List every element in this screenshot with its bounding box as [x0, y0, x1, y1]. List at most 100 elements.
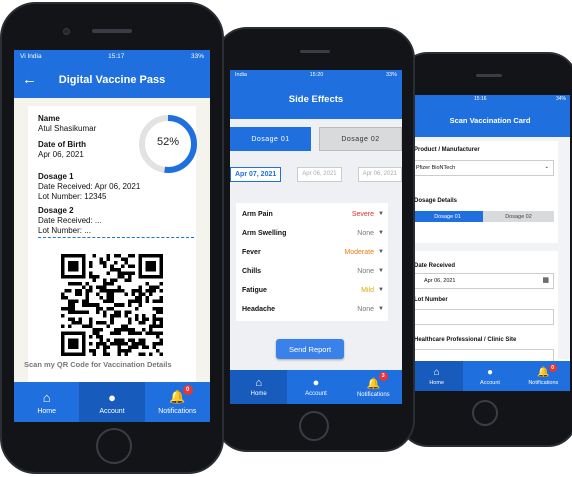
qr-module: [110, 282, 114, 286]
qr-module: [120, 264, 125, 269]
qr-module: [103, 348, 107, 353]
tab-dosage-02[interactable]: Dosage 02: [483, 211, 554, 222]
qr-module: [68, 282, 72, 286]
qr-module: [138, 264, 142, 269]
qr-module: [148, 292, 153, 297]
qr-module: [138, 338, 142, 342]
qr-module: [141, 275, 146, 279]
qr-module: [159, 299, 163, 304]
effect-row[interactable]: Arm Pain Severe ▼: [236, 211, 388, 229]
qr-module: [89, 348, 93, 353]
effect-name: Fatigue: [242, 287, 267, 294]
qr-module: [71, 261, 76, 265]
qr-module: [92, 275, 97, 279]
date-chip[interactable]: Apr 07, 2021: [230, 167, 282, 182]
qr-module: [127, 320, 132, 325]
effect-row[interactable]: Headache None ▼: [236, 306, 388, 324]
tab-dosage-01[interactable]: Dosage 01: [230, 127, 311, 151]
qr-module: [71, 331, 76, 335]
effect-row[interactable]: Fatigue Mild ▼: [236, 287, 388, 305]
qr-module: [85, 282, 90, 286]
qr-module: [110, 268, 114, 272]
qr-module: [131, 299, 135, 304]
qr-module: [68, 310, 72, 314]
qr-code[interactable]: [61, 254, 163, 356]
qr-module: [152, 254, 156, 258]
qr-module: [134, 345, 139, 349]
qr-module: [71, 352, 76, 356]
nav-notifications-label: Notifications: [528, 379, 559, 386]
nav-home[interactable]: ⌂ Home: [230, 370, 288, 404]
nav-account[interactable]: ● Account: [463, 361, 516, 391]
date-chip[interactable]: Apr 06, 2021: [357, 167, 402, 182]
date-received-field[interactable]: Apr 06, 2021 ▦: [412, 273, 554, 289]
qr-module: [159, 264, 163, 269]
back-arrow-icon[interactable]: ←: [22, 71, 37, 88]
nav-home[interactable]: ⌂ Home: [14, 382, 79, 422]
phone-1-home-button[interactable]: [96, 428, 132, 464]
qr-module: [89, 289, 93, 293]
calendar-icon: ▦: [542, 277, 549, 284]
effect-row[interactable]: Arm Swelling None ▼: [236, 230, 388, 248]
qr-module: [96, 285, 100, 290]
nav-home-label: Home: [250, 391, 267, 397]
status-battery: 33%: [385, 71, 397, 78]
qr-module: [103, 264, 107, 269]
nav-account[interactable]: ● Account: [79, 382, 145, 422]
nav-home-label: Home: [37, 407, 56, 415]
qr-module: [127, 327, 132, 332]
product-select[interactable]: Pfizer BioNTech ⌄: [412, 160, 554, 176]
qr-module: [82, 285, 86, 290]
qr-module: [120, 303, 125, 307]
qr-module: [159, 261, 163, 265]
qr-module: [61, 352, 65, 356]
bell-icon: 🔔: [537, 366, 550, 378]
nav-notifications[interactable]: 🔔 0 Notifications: [145, 382, 210, 422]
qr-module: [127, 310, 132, 314]
qr-module: [124, 341, 128, 346]
date-chip[interactable]: Apr 06, 2021: [297, 167, 342, 182]
qr-module: [113, 338, 118, 342]
lot-number-field[interactable]: [412, 309, 554, 325]
qr-module: [141, 341, 146, 346]
qr-module: [159, 341, 163, 346]
qr-module: [103, 341, 107, 346]
qr-module: [155, 310, 160, 314]
chevron-down-icon: ▼: [378, 211, 384, 217]
phone-2-home-button[interactable]: [299, 411, 329, 441]
dob-label: Date of Birth: [38, 140, 86, 149]
nav-notifications[interactable]: 🔔 0 Notifications: [517, 361, 570, 391]
qr-module: [82, 338, 86, 342]
qr-module: [75, 338, 79, 342]
qr-module: [75, 261, 79, 265]
phone-3-home-button[interactable]: [472, 400, 498, 426]
status-battery: 34%: [555, 96, 566, 102]
tab-dosage-01[interactable]: Dosage 01: [412, 211, 483, 222]
effect-row[interactable]: Fever Moderate ▼: [236, 249, 388, 267]
qr-module: [131, 289, 135, 293]
qr-module: [68, 254, 72, 258]
qr-module: [75, 331, 79, 335]
effect-row[interactable]: Chills None ▼: [236, 268, 388, 286]
tab-dosage-02[interactable]: Dosage 02: [319, 127, 402, 151]
qr-module: [96, 341, 100, 346]
scan-instructions: Scan my QR Code for Vaccination Details: [24, 360, 172, 369]
send-report-button[interactable]: Send Report: [276, 339, 344, 359]
effect-severity: None: [357, 306, 374, 313]
qr-module: [138, 268, 142, 272]
qr-module: [113, 278, 118, 283]
qr-module: [61, 268, 65, 272]
qr-module: [99, 285, 104, 290]
qr-module: [124, 313, 128, 318]
nav-account-label: Account: [99, 407, 125, 415]
qr-module: [148, 264, 153, 269]
qr-module: [148, 352, 153, 356]
scan-card-screen: 15:16 34% Scan Vaccination Card Product …: [410, 95, 570, 391]
nav-notifications[interactable]: 🔔 3 Notifications: [345, 370, 402, 404]
nav-account[interactable]: ● Account: [287, 370, 344, 404]
qr-module: [155, 275, 160, 279]
qr-module: [152, 268, 156, 272]
nav-home[interactable]: ⌂ Home: [410, 361, 464, 391]
qr-module: [68, 289, 72, 293]
qr-module: [134, 306, 139, 311]
